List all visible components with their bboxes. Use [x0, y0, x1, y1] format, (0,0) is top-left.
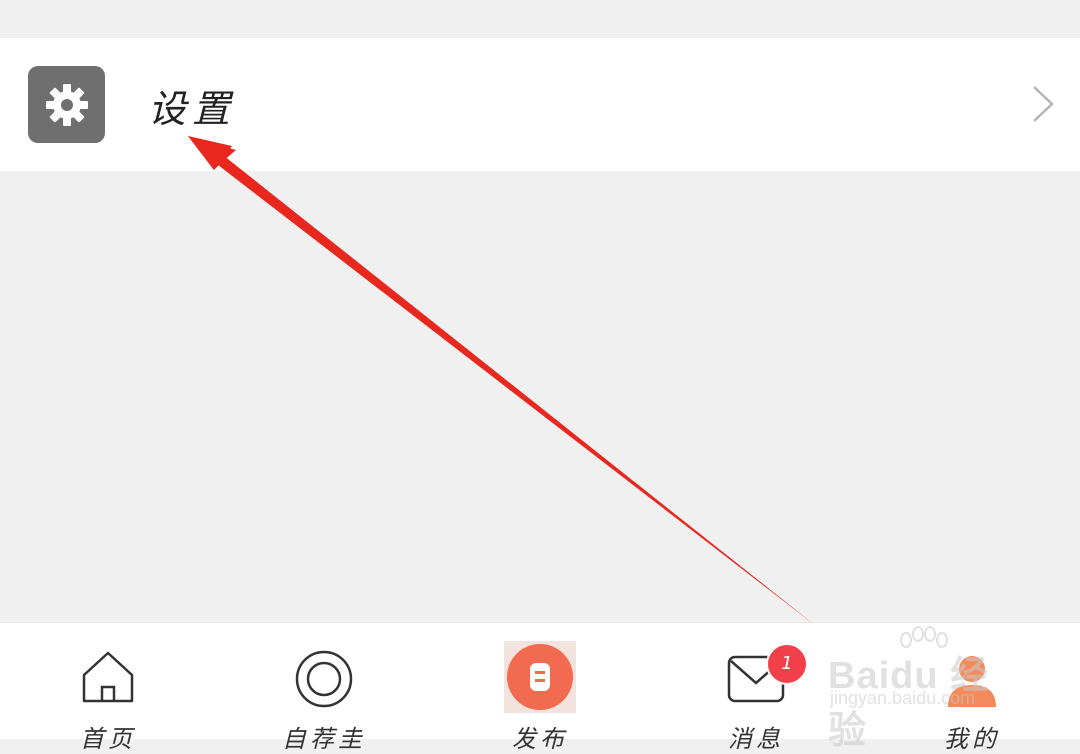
- tab-home-label: 首页: [80, 725, 136, 753]
- chevron-right-icon: [1033, 86, 1054, 122]
- tab-publish-label: 发布: [512, 725, 568, 753]
- ring-icon: [295, 650, 353, 708]
- message-badge: 1: [766, 643, 808, 685]
- home-icon: [82, 651, 134, 703]
- settings-row[interactable]: 设置: [0, 38, 1080, 171]
- tab-home[interactable]: 首页: [0, 623, 216, 753]
- top-spacer: [0, 0, 1080, 38]
- tab-recommend-label: 自荐圭: [282, 725, 366, 753]
- gear-icon: [28, 66, 105, 143]
- publish-icon: [504, 641, 576, 713]
- watermark-url: jingyan.baidu.com: [830, 688, 976, 708]
- content-area: [0, 171, 1080, 621]
- tab-publish[interactable]: 发布: [432, 623, 648, 753]
- baidu-watermark: Baidu 经验 jingyan.baidu.com: [828, 626, 1028, 752]
- settings-label: 设置: [148, 87, 237, 131]
- tab-recommend[interactable]: 自荐圭: [216, 623, 432, 753]
